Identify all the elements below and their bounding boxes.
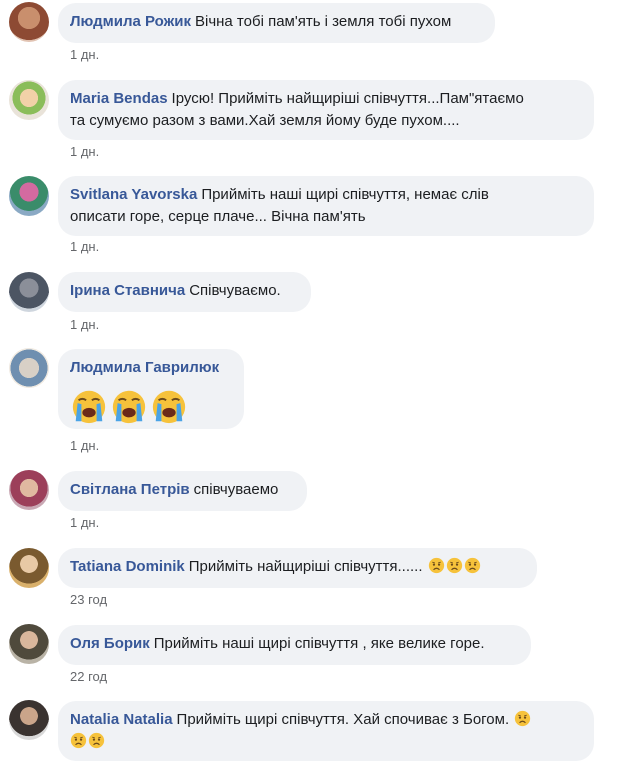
commenter-name[interactable]: Ірина Ставнича bbox=[70, 282, 185, 299]
avatar[interactable] bbox=[9, 700, 49, 740]
sad-face-icon bbox=[70, 732, 87, 749]
crying-face-icon bbox=[110, 387, 148, 425]
emoji-row bbox=[70, 387, 232, 425]
sad-face-icon bbox=[88, 732, 105, 749]
commenter-name[interactable]: Tatiana Dominik bbox=[70, 558, 185, 575]
comment-bubble: Світлана Петрів співчуваемо bbox=[58, 471, 307, 511]
commenter-name[interactable]: Maria Bendas bbox=[70, 90, 168, 107]
crying-face-icon bbox=[150, 387, 188, 425]
comment-bubble: Svitlana Yavorska Прийміть наші щирі спів… bbox=[58, 176, 594, 236]
commenter-name[interactable]: Оля Борик bbox=[70, 635, 150, 652]
comment-text: Ірусю! Прийміть найщиріші співчуття...Па… bbox=[171, 90, 524, 107]
avatar[interactable] bbox=[9, 80, 49, 120]
avatar[interactable] bbox=[9, 470, 49, 510]
avatar[interactable] bbox=[9, 272, 49, 312]
comment-text: Вічна тобі пам'ять і земля тобі пухом bbox=[194, 13, 452, 30]
commenter-name[interactable]: Svitlana Yavorska bbox=[70, 186, 197, 203]
comment-text: Прийміть найщиріші співчуття...... bbox=[188, 558, 423, 575]
comment-text: співчуваемо bbox=[193, 481, 279, 498]
comment-text: Прийміть щирі співчуття. Хай спочиває з … bbox=[176, 711, 510, 728]
commenter-name[interactable]: Людмила Гаврилюк bbox=[70, 359, 219, 376]
comment-bubble: Людмила Гаврилюк bbox=[58, 349, 244, 429]
comment-bubble: Maria Bendas Ірусю! Прийміть найщиріші сп… bbox=[58, 80, 594, 140]
comment-text-line-2: та сумуємо разом з вами.Хай земля йому б… bbox=[70, 112, 460, 129]
timestamp[interactable]: 1 дн. bbox=[70, 515, 99, 530]
avatar[interactable] bbox=[9, 548, 49, 588]
commenter-name[interactable]: Natalia Natalia bbox=[70, 711, 173, 728]
comment-text-line-2: описати горе, серце плаче... Вічна пам'я… bbox=[70, 208, 366, 225]
sad-face-icon bbox=[514, 710, 531, 727]
comment-text: Прийміть наші щирі співчуття , яке велик… bbox=[153, 635, 485, 652]
comment-bubble: Tatiana Dominik Прийміть найщиріші співчу… bbox=[58, 548, 537, 588]
commenter-name[interactable]: Світлана Петрів bbox=[70, 481, 190, 498]
sad-face-icon bbox=[464, 557, 481, 574]
avatar[interactable] bbox=[9, 176, 49, 216]
comment-bubble: Людмила Рожик Вічна тобі пам'ять і земля … bbox=[58, 3, 495, 43]
comment-bubble: Оля Борик Прийміть наші щирі співчуття , … bbox=[58, 625, 531, 665]
timestamp[interactable]: 1 дн. bbox=[70, 47, 99, 62]
timestamp[interactable]: 22 год bbox=[70, 669, 107, 684]
crying-face-icon bbox=[70, 387, 108, 425]
comment-bubble: Natalia Natalia Прийміть щирі співчуття. … bbox=[58, 701, 594, 761]
timestamp[interactable]: 1 дн. bbox=[70, 239, 99, 254]
sad-face-icon bbox=[428, 557, 445, 574]
avatar[interactable] bbox=[9, 348, 49, 388]
comment-text: Прийміть наші щирі співчуття, немає слів bbox=[201, 186, 489, 203]
comment-bubble: Ірина Ставнича Співчуваємо. bbox=[58, 272, 311, 312]
commenter-name[interactable]: Людмила Рожик bbox=[70, 13, 191, 30]
timestamp[interactable]: 1 дн. bbox=[70, 144, 99, 159]
avatar[interactable] bbox=[9, 2, 49, 42]
timestamp[interactable]: 23 год bbox=[70, 592, 107, 607]
comment-text: Співчуваємо. bbox=[189, 282, 281, 299]
timestamp[interactable]: 1 дн. bbox=[70, 317, 99, 332]
sad-face-icon bbox=[446, 557, 463, 574]
timestamp[interactable]: 1 дн. bbox=[70, 438, 99, 453]
avatar[interactable] bbox=[9, 624, 49, 664]
